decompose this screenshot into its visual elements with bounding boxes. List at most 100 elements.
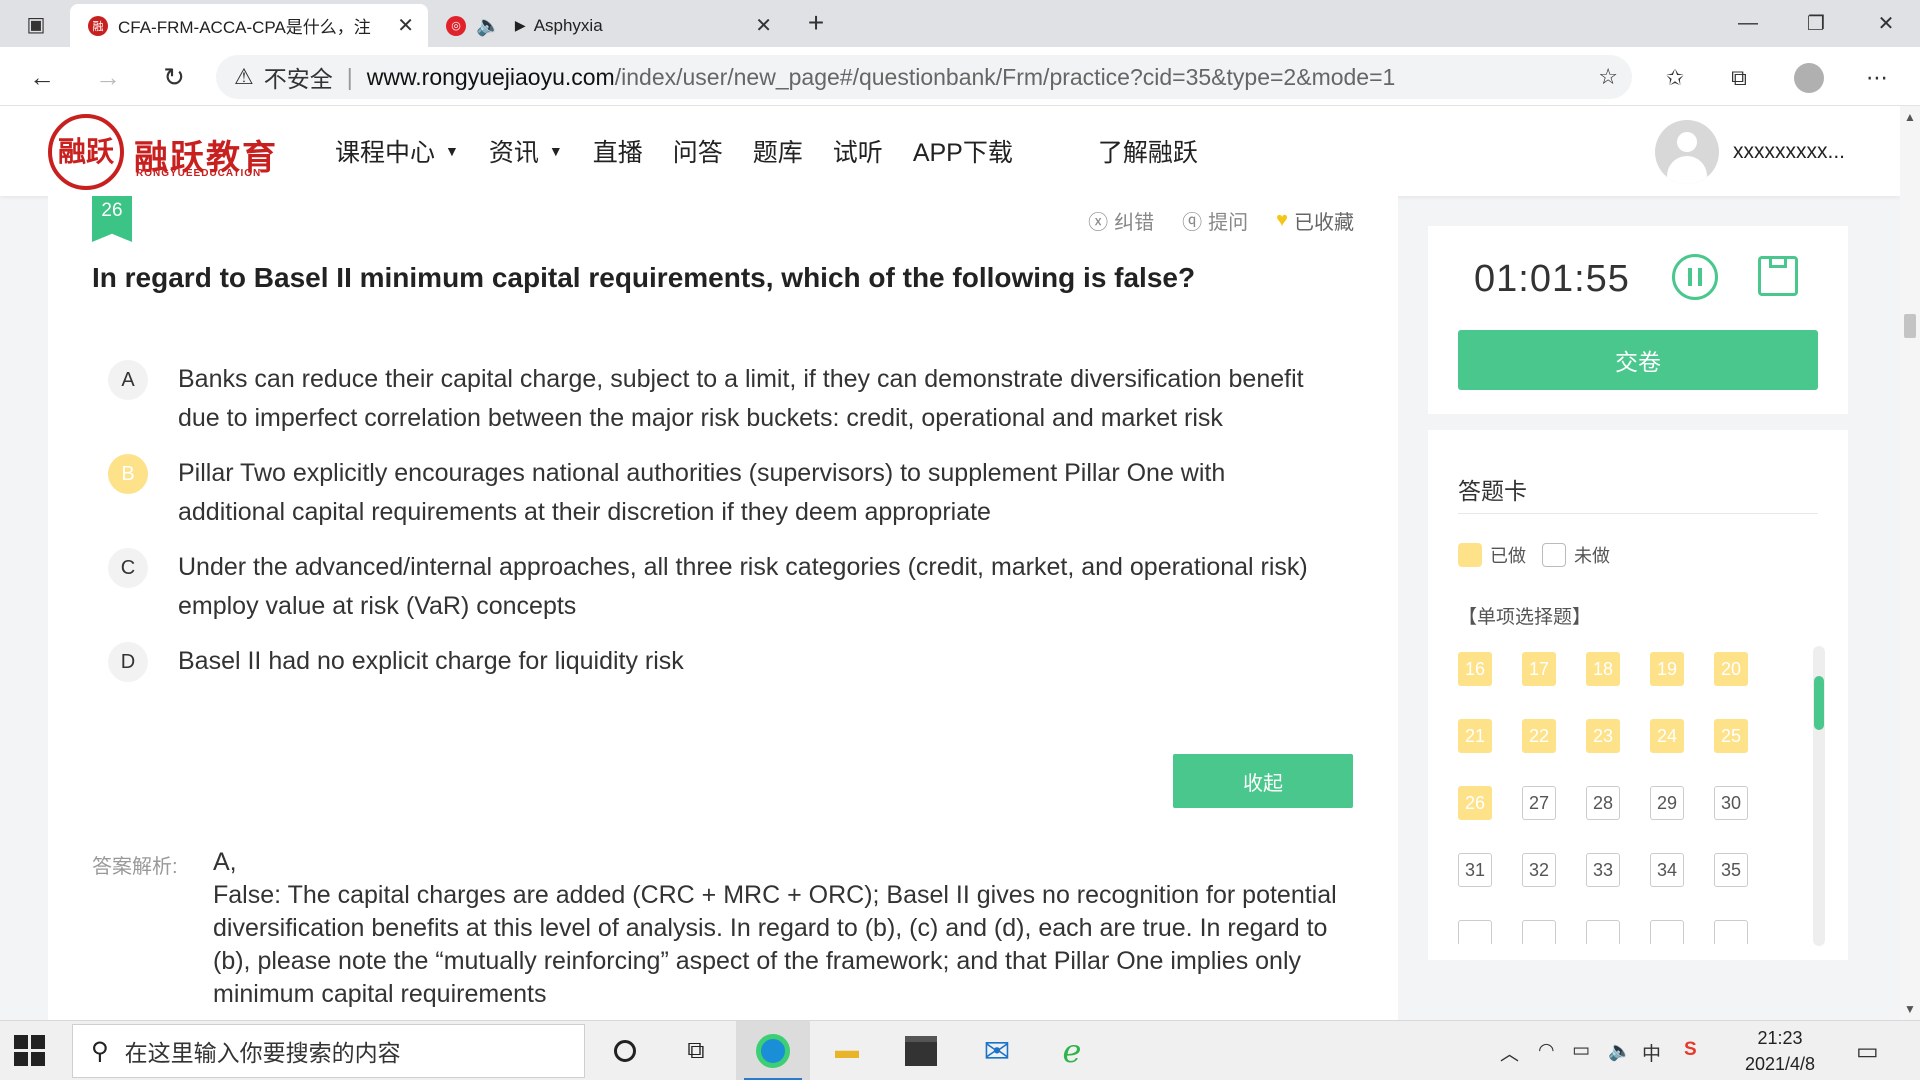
forward-icon[interactable]: → xyxy=(90,59,126,95)
tab-rongyue[interactable]: 融 CFA-FRM-ACCA-CPA是什么，注 ✕ xyxy=(70,4,428,47)
close-tab-icon[interactable]: ✕ xyxy=(397,13,414,38)
question-cell[interactable]: 17 xyxy=(1522,652,1556,686)
ie-browser-icon[interactable]: ℯ xyxy=(1052,1031,1092,1071)
question-cell[interactable]: 23 xyxy=(1586,719,1620,753)
question-cell[interactable] xyxy=(1650,920,1684,944)
scroll-thumb[interactable] xyxy=(1814,676,1824,730)
save-icon[interactable] xyxy=(1758,256,1798,296)
collections-icon[interactable]: ⧉ xyxy=(1724,63,1754,93)
question-cell[interactable] xyxy=(1586,920,1620,944)
new-tab-icon[interactable]: + xyxy=(798,5,834,41)
close-window-icon[interactable]: ✕ xyxy=(1856,8,1916,38)
question-cell[interactable]: 31 xyxy=(1458,853,1492,887)
tray-expand-icon[interactable]: ︿ xyxy=(1500,1039,1519,1066)
nav-item-courses[interactable]: 课程中心 ▼ xyxy=(335,133,459,169)
question-cell[interactable]: 35 xyxy=(1714,853,1748,887)
reload-icon[interactable]: ↻ xyxy=(156,59,192,95)
profile-icon[interactable] xyxy=(1794,63,1824,93)
cortana-icon[interactable] xyxy=(605,1031,645,1071)
windows-taskbar: ⚲ 在这里输入你要搜索的内容 ⧉ ▬ ✉ ℯ ︿ ◠ ▭ 🔈 中 S 21:23… xyxy=(0,1020,1920,1080)
report-error-button[interactable]: ⓧ 纠错 xyxy=(1088,206,1154,235)
tab-actions-icon[interactable]: ▣ xyxy=(18,6,54,42)
question-cell[interactable]: 34 xyxy=(1650,853,1684,887)
close-tab-icon[interactable]: ✕ xyxy=(755,13,772,38)
question-cell[interactable]: 28 xyxy=(1586,786,1620,820)
submit-button[interactable]: 交卷 xyxy=(1458,330,1818,390)
notification-icon[interactable]: ▭ xyxy=(1856,1037,1879,1066)
logo-seal-icon[interactable]: 融跃 xyxy=(48,114,124,190)
pause-icon[interactable] xyxy=(1672,254,1718,300)
username[interactable]: xxxxxxxxx... xyxy=(1733,140,1845,164)
question-cell[interactable]: 32 xyxy=(1522,853,1556,887)
question-cell[interactable]: 21 xyxy=(1458,719,1492,753)
battery-icon[interactable]: ▭ xyxy=(1572,1039,1590,1062)
question-cell[interactable]: 33 xyxy=(1586,853,1620,887)
taskbar-search-input[interactable]: ⚲ 在这里输入你要搜索的内容 xyxy=(72,1024,585,1078)
nav-item-question-bank[interactable]: 题库 xyxy=(753,133,803,169)
question-cell[interactable]: 20 xyxy=(1714,652,1748,686)
file-explorer-icon[interactable]: ▬ xyxy=(827,1031,867,1071)
url-field[interactable]: ⚠ 不安全 | www.rongyuejiaoyu.com/index/user… xyxy=(216,55,1632,99)
answer-card-scrollbar[interactable] xyxy=(1813,646,1825,946)
page-scrollbar[interactable]: ▲ ▼ xyxy=(1900,106,1920,1020)
question-circle-icon: ⓠ xyxy=(1182,212,1203,234)
more-menu-icon[interactable]: ⋯ xyxy=(1862,63,1892,93)
nav-item-news[interactable]: 资讯 ▼ xyxy=(489,133,563,169)
option-c[interactable]: C Under the advanced/internal approaches… xyxy=(108,548,1348,626)
clock-date: 2021/4/8 xyxy=(1744,1054,1816,1074)
favorite-button[interactable]: ♥ 已收藏 xyxy=(1276,206,1354,235)
option-b[interactable]: B Pillar Two explicitly encourages natio… xyxy=(108,454,1348,532)
system-clock[interactable]: 21:23 2021/4/8 xyxy=(1730,1025,1830,1077)
back-icon[interactable]: ← xyxy=(24,59,60,95)
analysis-answer: A, xyxy=(213,848,237,876)
question-cell[interactable]: 29 xyxy=(1650,786,1684,820)
nav-item-about[interactable]: 了解融跃 xyxy=(1098,133,1198,169)
edge-browser-icon[interactable] xyxy=(753,1031,793,1071)
sogou-input-icon[interactable]: S xyxy=(1684,1039,1697,1061)
nav-item-trial[interactable]: 试听 xyxy=(833,133,883,169)
question-cell[interactable]: 27 xyxy=(1522,786,1556,820)
question-cell[interactable]: 16 xyxy=(1458,652,1492,686)
option-a[interactable]: A Banks can reduce their capital charge,… xyxy=(108,360,1348,438)
nav-label: 资讯 xyxy=(488,139,539,167)
nav-item-live[interactable]: 直播 xyxy=(593,133,643,169)
question-cell[interactable] xyxy=(1458,920,1492,944)
nav-item-qa[interactable]: 问答 xyxy=(673,133,723,169)
windows-start-icon[interactable] xyxy=(14,1035,46,1067)
question-cell[interactable]: 25 xyxy=(1714,719,1748,753)
volume-icon[interactable]: 🔈 xyxy=(1608,1039,1632,1063)
address-bar-row: ← → ↻ ⚠ 不安全 | www.rongyuejiaoyu.com/inde… xyxy=(0,47,1920,106)
wifi-icon[interactable]: ◠ xyxy=(1538,1039,1555,1062)
question-cell[interactable] xyxy=(1714,920,1748,944)
page-scroll-thumb[interactable] xyxy=(1904,314,1916,338)
mail-icon[interactable]: ✉ xyxy=(977,1031,1017,1071)
nav-item-app-download[interactable]: APP下载 xyxy=(913,133,1013,169)
favorite-label: 已收藏 xyxy=(1294,212,1354,234)
store-icon[interactable] xyxy=(901,1031,941,1071)
scroll-up-icon[interactable]: ▲ xyxy=(1904,110,1916,124)
question-cell[interactable]: 19 xyxy=(1650,652,1684,686)
divider xyxy=(1458,513,1818,514)
question-cell[interactable] xyxy=(1522,920,1556,944)
caret-down-icon: ▼ xyxy=(548,143,563,159)
clock-time: 21:23 xyxy=(1757,1028,1803,1048)
tab-asphyxia[interactable]: ◎ 🔈 ▶ Asphyxia ✕ xyxy=(440,4,786,47)
minimize-icon[interactable]: — xyxy=(1718,8,1778,38)
task-view-icon[interactable]: ⧉ xyxy=(676,1031,716,1071)
favorites-icon[interactable]: ✩ xyxy=(1660,63,1690,93)
speaker-icon[interactable]: 🔈 xyxy=(476,13,501,38)
collapse-button[interactable]: 收起 xyxy=(1173,754,1353,808)
option-d[interactable]: D Basel II had no explicit charge for li… xyxy=(108,642,1348,682)
user-avatar[interactable] xyxy=(1655,120,1719,184)
ask-question-button[interactable]: ⓠ 提问 xyxy=(1182,206,1248,235)
question-cell[interactable]: 18 xyxy=(1586,652,1620,686)
question-cell[interactable]: 30 xyxy=(1714,786,1748,820)
restore-icon[interactable]: ❐ xyxy=(1786,8,1846,38)
question-cell[interactable]: 26 xyxy=(1458,786,1492,820)
ime-indicator[interactable]: 中 xyxy=(1642,1039,1661,1066)
question-cell[interactable]: 22 xyxy=(1522,719,1556,753)
add-favorite-icon[interactable]: ☆ xyxy=(1598,64,1618,90)
scroll-down-icon[interactable]: ▼ xyxy=(1904,1002,1916,1016)
question-panel: 26 ⓧ 纠错 ⓠ 提问 ♥ 已收藏 In regard to Basel II mi… xyxy=(48,196,1398,1020)
question-cell[interactable]: 24 xyxy=(1650,719,1684,753)
